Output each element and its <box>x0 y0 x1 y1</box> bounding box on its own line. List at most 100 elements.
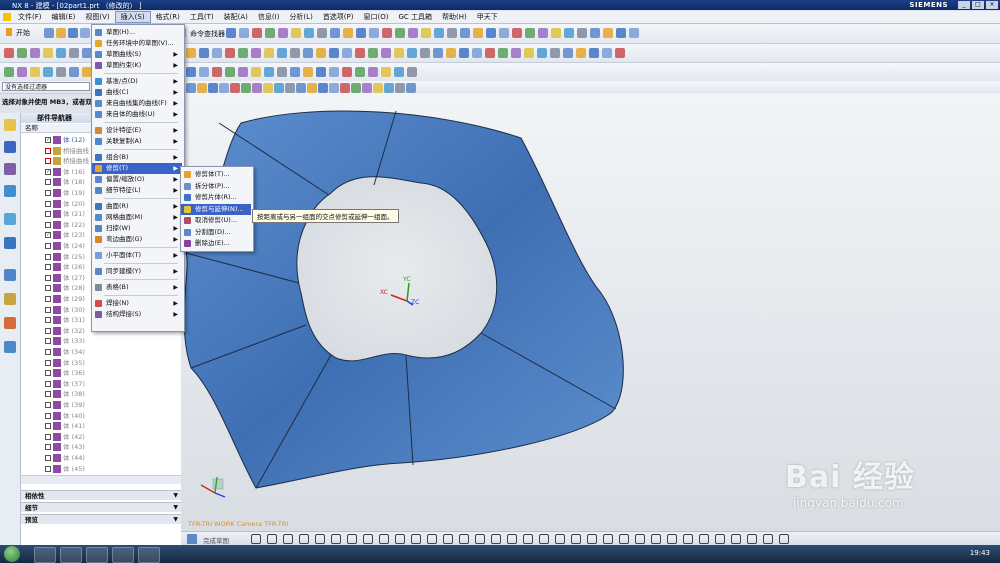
visibility-checkbox[interactable] <box>45 285 51 292</box>
toolbar-tool-icon[interactable] <box>239 28 249 38</box>
toolbar-tool-icon[interactable] <box>433 48 443 58</box>
insert-menu-item[interactable]: 草图曲线(S) ▶ <box>92 49 182 60</box>
menu-0[interactable]: 文件(F) <box>13 12 47 22</box>
visibility-checkbox[interactable] <box>45 135 51 145</box>
toolbar-tool-icon[interactable] <box>329 83 339 93</box>
part-navigator-icon[interactable] <box>4 163 16 175</box>
visibility-checkbox[interactable] <box>45 455 51 461</box>
start-orb-icon[interactable] <box>4 546 20 562</box>
toolbar-tool-icon[interactable] <box>511 48 521 58</box>
toolbar-tool-icon[interactable] <box>4 67 14 77</box>
visibility-checkbox[interactable] <box>45 317 51 324</box>
sketch-tool-icon[interactable] <box>507 534 517 544</box>
toolbar-tool-icon[interactable] <box>395 83 405 93</box>
sketch-tool-icon[interactable] <box>395 534 405 544</box>
tree-row[interactable]: 体 (34) <box>21 347 181 357</box>
toolbar-tool-icon[interactable] <box>524 48 534 58</box>
toolbar-tool-icon[interactable] <box>226 28 236 38</box>
visibility-checkbox[interactable] <box>45 230 51 240</box>
toolbar-tool-icon[interactable] <box>538 28 548 38</box>
toolbar-tool-icon[interactable] <box>252 28 262 38</box>
sketch-tool-icon[interactable] <box>379 534 389 544</box>
toolbar-tool-icon[interactable] <box>446 48 456 58</box>
toolbar-tool-icon[interactable] <box>329 67 339 77</box>
toolbar-tool-icon[interactable] <box>44 28 54 38</box>
sketch-tool-icon[interactable] <box>475 534 485 544</box>
toolbar-tool-icon[interactable] <box>603 28 613 38</box>
visibility-checkbox[interactable] <box>45 444 51 451</box>
tree-row[interactable]: 体 (33) <box>21 336 181 346</box>
toolbar-tool-icon[interactable] <box>362 83 372 93</box>
toolbar-tool-icon[interactable] <box>212 48 222 58</box>
sketch-tool-icon[interactable] <box>315 534 325 544</box>
insert-menu-item[interactable]: 曲面(R) ▶ <box>92 201 182 212</box>
insert-menu-item[interactable]: 来自体的曲线(U) ▶ <box>92 109 182 120</box>
visibility-checkbox[interactable] <box>45 179 51 186</box>
toolbar-tool-icon[interactable] <box>394 48 404 58</box>
toolbar-tool-icon[interactable] <box>274 83 284 93</box>
sketch-tool-icon[interactable] <box>651 534 661 544</box>
sketch-tool-icon[interactable] <box>603 534 613 544</box>
toolbar-tool-icon[interactable] <box>30 67 40 77</box>
toolbar-tool-icon[interactable] <box>616 28 626 38</box>
trim-menu-item[interactable]: 取消修剪(U)... <box>181 215 251 226</box>
toolbar-tool-icon[interactable] <box>56 28 66 38</box>
toolbar-tool-icon[interactable] <box>602 48 612 58</box>
insert-menu-item[interactable]: 关联复制(A) ▶ <box>92 136 182 147</box>
toolbar-tool-icon[interactable] <box>68 28 78 38</box>
toolbar-tool-icon[interactable] <box>486 28 496 38</box>
sketch-tool-icon[interactable] <box>347 534 357 544</box>
insert-menu-item[interactable]: 弯边曲面(G) ▶ <box>92 234 182 245</box>
taskbar-app-button[interactable] <box>86 547 108 563</box>
details-panel[interactable]: 细节 ▼ <box>21 502 181 512</box>
toolbar-tool-icon[interactable] <box>265 28 275 38</box>
toolbar-tool-icon[interactable] <box>498 48 508 58</box>
toolbar-tool-icon[interactable] <box>420 48 430 58</box>
tree-row[interactable]: 体 (37) <box>21 379 181 389</box>
toolbar-tool-icon[interactable] <box>69 67 79 77</box>
sketch-tool-icon[interactable] <box>715 534 725 544</box>
visibility-checkbox[interactable] <box>45 200 51 207</box>
toolbar-tool-icon[interactable] <box>381 48 391 58</box>
toolbar-tool-icon[interactable] <box>384 83 394 93</box>
visibility-checkbox[interactable] <box>45 423 51 430</box>
toolbar-tool-icon[interactable] <box>212 67 222 77</box>
toolbar-tool-icon[interactable] <box>264 67 274 77</box>
minimize-button[interactable]: _ <box>958 1 970 9</box>
menu-13[interactable]: 甲天下 <box>472 12 503 22</box>
toolbar-tool-icon[interactable] <box>251 48 261 58</box>
visibility-checkbox[interactable] <box>45 370 51 377</box>
start-button[interactable]: 开始 <box>16 28 30 38</box>
toolbar-tool-icon[interactable] <box>577 28 587 38</box>
menu-2[interactable]: 视图(V) <box>80 12 114 22</box>
visibility-checkbox[interactable] <box>45 380 51 387</box>
toolbar-tool-icon[interactable] <box>316 67 326 77</box>
insert-menu-item[interactable]: 基准/点(D) ▶ <box>92 76 182 87</box>
horizontal-scrollbar[interactable] <box>21 475 181 484</box>
sketch-tool-icon[interactable] <box>763 534 773 544</box>
sketch-tool-icon[interactable] <box>555 534 565 544</box>
toolbar-tool-icon[interactable] <box>219 83 229 93</box>
menu-12[interactable]: 帮助(H) <box>437 12 472 22</box>
toolbar-tool-icon[interactable] <box>499 28 509 38</box>
toolbar-tool-icon[interactable] <box>355 67 365 77</box>
toolbar-tool-icon[interactable] <box>351 83 361 93</box>
visibility-checkbox[interactable] <box>45 327 51 334</box>
toolbar-tool-icon[interactable] <box>340 83 350 93</box>
toolbar-tool-icon[interactable] <box>263 83 273 93</box>
toolbar-tool-icon[interactable] <box>368 67 378 77</box>
toolbar-tool-icon[interactable] <box>382 28 392 38</box>
sketch-tool-icon[interactable] <box>299 534 309 544</box>
toolbar-tool-icon[interactable] <box>394 67 404 77</box>
sketch-tool-icon[interactable] <box>571 534 581 544</box>
sketch-tool-icon[interactable] <box>411 534 421 544</box>
toolbar-tool-icon[interactable] <box>369 28 379 38</box>
close-button[interactable]: × <box>986 1 998 9</box>
toolbar-tool-icon[interactable] <box>589 48 599 58</box>
toolbar-tool-icon[interactable] <box>576 48 586 58</box>
toolbar-tool-icon[interactable] <box>56 67 66 77</box>
error-icon[interactable] <box>45 147 51 154</box>
taskbar-app-button[interactable] <box>34 547 56 563</box>
insert-menu-item[interactable]: 曲线(C) ▶ <box>92 87 182 98</box>
command-finder-button[interactable]: 命令查找器 <box>190 29 225 39</box>
